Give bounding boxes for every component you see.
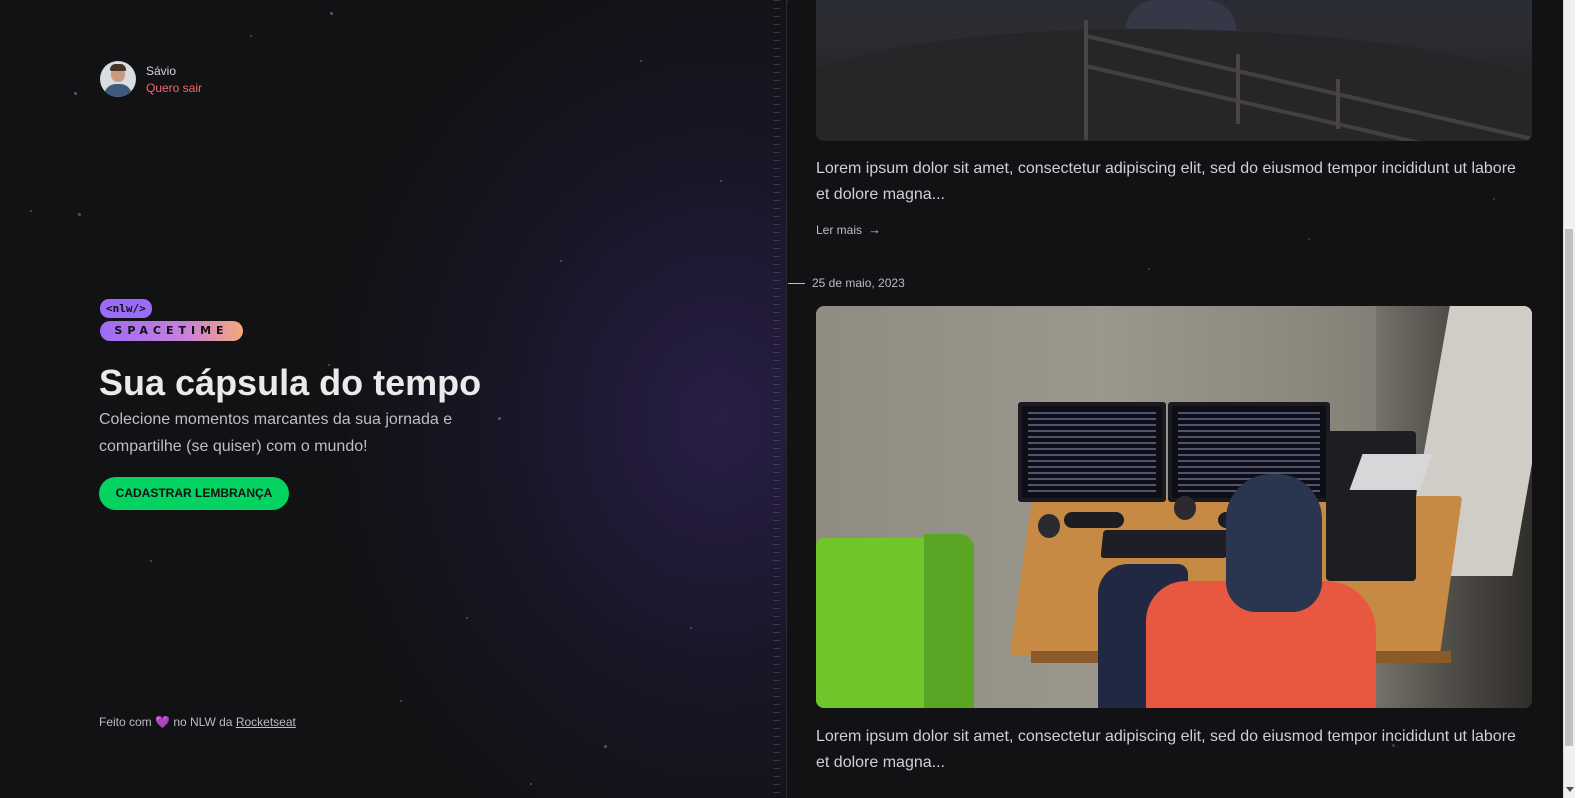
footer-prefix: Feito com [99, 715, 152, 729]
memory-date: 25 de maio, 2023 [812, 276, 905, 290]
page-title: Sua cápsula do tempo [99, 362, 482, 403]
footer-credit: Feito com 💜 no NLW da Rocketseat [99, 715, 296, 729]
timeline-marker [788, 283, 805, 284]
page-subtitle: Colecione momentos marcantes da sua jorn… [99, 411, 453, 455]
memory-image [816, 306, 1532, 708]
timeline-stripes [773, 0, 780, 798]
footer-middle: no NLW da [173, 715, 233, 729]
register-memory-button[interactable]: CADASTRAR LEMBRANÇA [99, 477, 289, 510]
scroll-down-icon[interactable] [1566, 787, 1574, 792]
read-more-label: Ler mais [816, 222, 863, 237]
memories-feed: Lorem ipsum dolor sit amet, consectetur … [788, 0, 1563, 798]
rocketseat-link[interactable]: Rocketseat [236, 715, 296, 729]
avatar [100, 61, 136, 97]
left-panel: Sávio Quero sair <nlw/> SPACETIME Sua cá… [0, 0, 787, 798]
read-more-link[interactable]: Ler mais → [816, 222, 881, 237]
logo-tag: <nlw/> [100, 299, 152, 318]
user-name: Sávio [146, 63, 177, 78]
logo-wordmark: SPACETIME [100, 321, 243, 341]
logout-link[interactable]: Quero sair [146, 81, 202, 95]
heart-icon: 💜 [155, 715, 170, 729]
nlw-spacetime-logo: <nlw/> SPACETIME [100, 299, 243, 341]
user-profile: Sávio Quero sair [100, 61, 202, 97]
memory-excerpt: Lorem ipsum dolor sit amet, consectetur … [816, 728, 1516, 771]
window-edge [1575, 0, 1593, 798]
arrow-right-icon: → [868, 222, 882, 237]
memory-excerpt: Lorem ipsum dolor sit amet, consectetur … [816, 160, 1516, 203]
scrollbar-thumb[interactable] [1565, 229, 1573, 746]
memory-image [816, 0, 1532, 141]
